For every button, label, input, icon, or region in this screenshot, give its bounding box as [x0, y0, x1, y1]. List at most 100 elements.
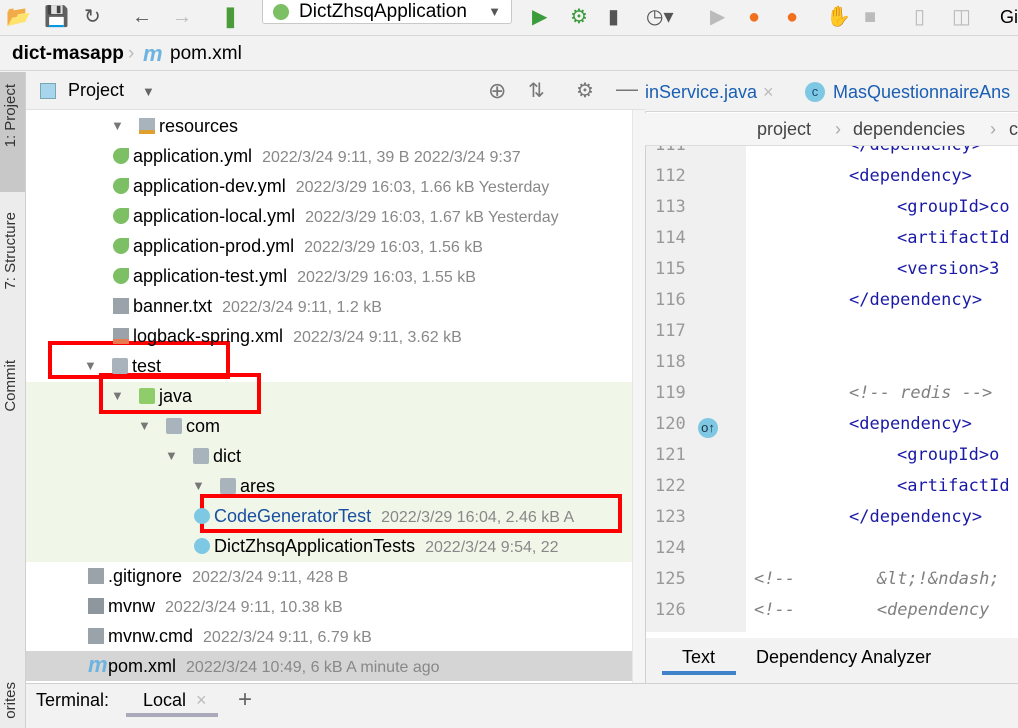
line-number: 116 [655, 290, 686, 310]
test-folder-icon [139, 388, 155, 404]
minimize-icon[interactable]: — [616, 76, 638, 102]
stop-icon[interactable]: ■ [864, 4, 876, 30]
tree-item[interactable]: ▼ test [26, 351, 632, 381]
expand-arrow-icon[interactable]: ▼ [138, 411, 151, 441]
tree-item[interactable]: application-test.yml 2022/3/29 16:03, 1.5… [26, 261, 632, 291]
hotswap-debug-icon[interactable]: ● [786, 4, 798, 30]
expand-arrow-icon[interactable]: ▼ [84, 351, 97, 381]
line-number: 112 [655, 166, 686, 186]
breadcrumb-file[interactable]: pom.xml [170, 37, 242, 71]
tree-item[interactable]: .gitignore 2022/3/24 9:11, 428 B [26, 561, 632, 591]
tree-item[interactable]: mvnw 2022/3/24 9:11, 10.38 kB [26, 591, 632, 621]
tool-tab-favorites[interactable]: orites [2, 682, 19, 719]
close-icon[interactable]: × [763, 72, 774, 111]
tree-item-label: application.yml 2022/3/24 9:11, 39 B 2022… [133, 141, 521, 173]
project-view-select[interactable]: Project [68, 80, 124, 101]
expand-arrow-icon[interactable]: ▼ [111, 381, 124, 411]
debug-icon[interactable]: ⚙ [570, 4, 588, 30]
tree-item-label: application-test.yml 2022/3/29 16:03, 1.5… [133, 261, 476, 293]
tool-tab-project[interactable]: 1: Project [2, 84, 19, 147]
tree-item[interactable]: ▼ resources [26, 111, 632, 141]
gear-icon[interactable]: ⚙ [576, 78, 594, 103]
tree-item[interactable]: ▼ ares [26, 471, 632, 501]
build-hammer-icon[interactable]: ❚ [222, 4, 239, 30]
forward-icon[interactable]: → [172, 4, 192, 30]
attach-icon[interactable]: ✋ [826, 4, 851, 30]
expand-arrow-icon[interactable]: ▼ [111, 111, 124, 141]
tree-item[interactable]: ▼ com [26, 411, 632, 441]
code-line[interactable]: <artifactId [897, 223, 1010, 254]
terminal-tab-local[interactable]: Local [143, 684, 186, 716]
run-icon[interactable]: ▶ [532, 4, 547, 30]
back-icon[interactable]: ← [132, 4, 152, 30]
tree-item[interactable]: CodeGeneratorTest 2022/3/29 16:04, 2.46 k… [26, 501, 632, 531]
tree-item[interactable]: application-dev.yml 2022/3/29 16:03, 1.66… [26, 171, 632, 201]
tree-item[interactable]: m pom.xml 2022/3/24 10:49, 6 kB A minute a… [26, 651, 632, 681]
chevron-down-icon[interactable]: ▼ [142, 84, 155, 99]
terminal-label: Terminal: [36, 690, 110, 710]
tree-item-label: mvnw.cmd 2022/3/24 9:11, 6.79 kB [108, 621, 372, 653]
code-line[interactable]: <dependency> [849, 409, 972, 440]
code-line[interactable]: <groupId>o [897, 440, 999, 471]
text-file-icon [88, 628, 104, 644]
collapse-all-icon[interactable]: ⇅ [528, 78, 545, 103]
tree-item-meta: 2022/3/24 9:11, 3.62 kB [293, 329, 462, 346]
text-file-icon [113, 298, 129, 314]
code-line[interactable]: <!-- <dependency [754, 595, 989, 626]
tree-item[interactable]: mvnw.cmd 2022/3/24 9:11, 6.79 kB [26, 621, 632, 651]
close-icon[interactable]: × [196, 684, 207, 716]
code-line[interactable]: <artifactId [897, 471, 1010, 502]
editor-tab[interactable]: inService.java [645, 72, 757, 111]
tree-item-meta: 2022/3/29 16:03, 1.67 kB Yesterday [305, 209, 559, 226]
tree-item[interactable]: ▼ dict [26, 441, 632, 471]
run-config-select[interactable]: DictZhsqApplication ▼ [262, 0, 512, 24]
run-disabled-icon[interactable]: ▶ [710, 4, 725, 30]
code-line[interactable]: <!-- redis --> [849, 378, 992, 409]
tree-item[interactable]: application.yml 2022/3/24 9:11, 39 B 2022… [26, 141, 632, 171]
breadcrumb-project[interactable]: dict-masapp [12, 37, 124, 71]
tree-item[interactable]: application-prod.yml 2022/3/29 16:03, 1.5… [26, 231, 632, 261]
override-gutter-icon[interactable]: o↑ [698, 418, 718, 438]
editor-tab[interactable]: MasQuestionnaireAns [833, 72, 1010, 111]
add-terminal-icon[interactable]: + [238, 684, 252, 716]
tree-item-meta: 2022/3/24 9:11, 6.79 kB [203, 629, 372, 646]
device-icon[interactable]: ▯ [914, 4, 925, 30]
tree-item-meta: 2022/3/29 16:03, 1.66 kB Yesterday [295, 179, 550, 196]
chevron-right-icon: › [128, 43, 135, 64]
code-line[interactable]: </dependency> [849, 502, 982, 533]
line-number: 120 [655, 414, 686, 434]
sync-icon[interactable]: ↻ [84, 4, 101, 30]
tree-item-name: mvnw [108, 596, 156, 616]
locate-icon[interactable]: ⊕ [488, 78, 506, 104]
tree-item[interactable]: banner.txt 2022/3/24 9:11, 1.2 kB [26, 291, 632, 321]
coverage-icon[interactable]: ▮ [608, 4, 619, 30]
tree-item-name: application-test.yml [133, 266, 288, 286]
git-label[interactable]: Gi [1000, 4, 1018, 30]
tree-item-name: resources [159, 116, 239, 136]
code-line[interactable]: <!-- &lt;!&ndash; [754, 564, 1000, 595]
hotswap-icon[interactable]: ● [748, 4, 760, 30]
line-number: 117 [655, 321, 686, 341]
code-line[interactable]: <version>3 [897, 254, 999, 285]
tree-item[interactable]: DictZhsqApplicationTests 2022/3/24 9:54, … [26, 531, 632, 561]
open-icon[interactable]: 📂 [6, 4, 31, 30]
code-line[interactable]: <groupId>co [897, 192, 1010, 223]
crumb-dependencies[interactable]: dependencies [853, 113, 965, 145]
crumb-project[interactable]: project [757, 113, 811, 145]
tab-text[interactable]: Text [682, 640, 715, 674]
tree-item[interactable]: application-local.yml 2022/3/29 16:03, 1.… [26, 201, 632, 231]
navigation-breadcrumb: dict-masapp › m pom.xml [0, 37, 1018, 71]
gitignore-icon [88, 568, 104, 584]
tree-item-name: com [186, 416, 221, 436]
tree-item[interactable]: ▼ java [26, 381, 632, 411]
tree-item[interactable]: logback-spring.xml 2022/3/24 9:11, 3.62 k… [26, 321, 632, 351]
deploy-icon[interactable]: ◫ [952, 4, 971, 30]
expand-arrow-icon[interactable]: ▼ [165, 441, 178, 471]
expand-arrow-icon[interactable]: ▼ [192, 471, 205, 501]
code-line[interactable]: <dependency> [849, 161, 972, 192]
save-icon[interactable]: 💾 [44, 4, 69, 30]
crumb-dependency[interactable]: c [1009, 113, 1018, 145]
code-line[interactable]: </dependency> [849, 285, 982, 316]
profile-icon[interactable]: ◷▾ [646, 4, 674, 30]
tab-dependency-analyzer[interactable]: Dependency Analyzer [756, 640, 931, 674]
